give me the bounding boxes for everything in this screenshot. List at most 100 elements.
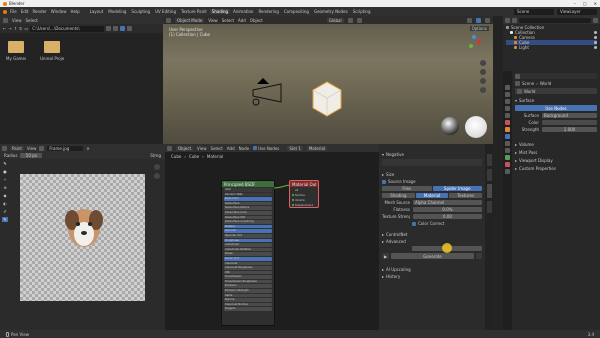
- new-folder-icon[interactable]: ▭: [24, 26, 28, 31]
- modifier-tab-icon[interactable]: [505, 134, 510, 139]
- filter-icon[interactable]: [120, 26, 126, 31]
- visibility-eye-icon[interactable]: [594, 46, 597, 49]
- sidebar-tab[interactable]: [486, 154, 492, 166]
- surface-shader-field[interactable]: Background: [542, 113, 597, 118]
- bsdf-input-row[interactable]: Transmission: [224, 275, 272, 279]
- bsdf-input-row[interactable]: Clearcoat Roughness: [224, 266, 272, 270]
- mode-selector[interactable]: Object Mode: [175, 17, 205, 23]
- history-section[interactable]: ▸ History: [382, 274, 482, 279]
- cube-object[interactable]: [309, 80, 345, 118]
- vp-menu-add[interactable]: Add: [238, 18, 246, 23]
- viewport-3d[interactable]: Object Mode View Select Add Object Globa…: [163, 16, 493, 144]
- editor-type-icon[interactable]: [3, 17, 8, 23]
- bsdf-input-row[interactable]: Anisotropic: [224, 243, 272, 247]
- shading-button[interactable]: Shading: [382, 193, 415, 198]
- settings-icon[interactable]: [476, 253, 482, 259]
- negative-prompt-field[interactable]: [382, 159, 482, 166]
- view-layer-tab-icon[interactable]: [505, 106, 510, 111]
- ie-menu-view[interactable]: View: [27, 146, 37, 151]
- bsdf-input-row[interactable]: Roughness: [224, 238, 272, 243]
- editor-type-icon[interactable]: [166, 17, 171, 23]
- bsdf-input-row[interactable]: Sheen: [224, 252, 272, 256]
- shader-node-editor[interactable]: Object View Select Add Node Use Nodes Sl…: [165, 144, 379, 330]
- output-socket[interactable]: Volume: [292, 198, 316, 202]
- tab-animation[interactable]: Animation: [231, 9, 255, 14]
- tab-texture-paint[interactable]: Texture Paint: [179, 9, 209, 14]
- ne-menu-node[interactable]: Node: [239, 146, 249, 151]
- refresh-icon[interactable]: ↻: [19, 26, 22, 31]
- light-object[interactable]: [250, 96, 262, 108]
- transform-orientation[interactable]: Global: [326, 17, 344, 23]
- vp-menu-object[interactable]: Object: [250, 18, 263, 23]
- image-mode-selector[interactable]: Paint: [10, 145, 24, 151]
- surface-panel-header[interactable]: ▾ Surface: [515, 98, 597, 103]
- navigation-gizmo[interactable]: [465, 34, 485, 54]
- ne-menu-add[interactable]: Add: [227, 146, 235, 151]
- fb-menu-view[interactable]: View: [12, 18, 22, 23]
- color-correct-checkbox[interactable]: Color Correct: [412, 221, 482, 226]
- play-icon[interactable]: ▶: [382, 253, 389, 259]
- render-tab-icon[interactable]: [505, 92, 510, 97]
- soften-tool-icon[interactable]: ●: [3, 169, 7, 174]
- bsdf-input-row[interactable]: Alpha: [224, 293, 272, 298]
- tab-scripting[interactable]: Scripting: [351, 9, 373, 14]
- ortho-toggle-icon[interactable]: [480, 87, 486, 93]
- sidebar-tab[interactable]: [486, 201, 492, 213]
- path-field[interactable]: C:\Users\...\Documents\: [30, 25, 105, 32]
- output-socket[interactable]: Surface: [292, 193, 316, 197]
- tab-layout[interactable]: Layout: [88, 9, 106, 14]
- bsdf-input-row[interactable]: Subsurface Radius: [224, 206, 272, 210]
- menu-render[interactable]: Render: [32, 9, 46, 14]
- output-socket[interactable]: All: [292, 188, 316, 192]
- menu-edit[interactable]: Edit: [21, 9, 29, 14]
- ne-menu-view[interactable]: View: [197, 146, 207, 151]
- minimize-icon[interactable]: –: [574, 1, 576, 6]
- tab-uv-editing[interactable]: UV Editing: [153, 9, 178, 14]
- camera-view-icon[interactable]: [480, 78, 486, 84]
- tab-compositing[interactable]: Compositing: [282, 9, 311, 14]
- editor-type-icon[interactable]: [167, 145, 172, 151]
- sidebar-tab[interactable]: [486, 169, 492, 181]
- textures-button[interactable]: Textures: [449, 193, 483, 198]
- bsdf-input-row[interactable]: Emission Strength: [224, 289, 272, 293]
- visibility-eye-icon[interactable]: [594, 31, 597, 34]
- progress-field[interactable]: [412, 243, 482, 253]
- bsdf-input-row[interactable]: Emission: [224, 284, 272, 289]
- editor-type-icon[interactable]: [2, 145, 7, 151]
- data-tab-icon[interactable]: [505, 155, 510, 160]
- display-mode-icon[interactable]: [512, 17, 517, 23]
- tab-shading[interactable]: Shading: [209, 9, 231, 14]
- bsdf-input-row[interactable]: Random Walk: [224, 192, 272, 197]
- bsdf-input-row[interactable]: Transmission Roughness: [224, 279, 272, 284]
- properties-section[interactable]: ▸ Volume: [515, 142, 597, 147]
- bsdf-input-row[interactable]: Subsurface Anisotropy: [224, 220, 272, 224]
- bsdf-input-row[interactable]: Normal: [224, 298, 272, 302]
- world-datablock[interactable]: World: [515, 88, 597, 94]
- negative-section[interactable]: ▾ Negative: [382, 152, 482, 157]
- forward-arrow-icon[interactable]: →: [8, 26, 11, 31]
- source-image-section[interactable]: Source Image: [382, 179, 482, 184]
- properties-section[interactable]: ▸ Viewport Display: [515, 158, 597, 163]
- color-field[interactable]: [542, 120, 597, 125]
- pan-icon[interactable]: [480, 69, 486, 75]
- bsdf-input-row[interactable]: GGX: [224, 188, 272, 192]
- bsdf-input-row[interactable]: Subsurface IOR: [224, 215, 272, 220]
- back-arrow-icon[interactable]: ←: [3, 26, 6, 31]
- generate-button[interactable]: Generate: [391, 253, 474, 259]
- active-brush-icon[interactable]: ✎: [2, 217, 8, 222]
- mesh-source-dropdown[interactable]: Alpha Channel: [413, 200, 482, 205]
- menu-file[interactable]: File: [10, 9, 17, 14]
- slot-selector[interactable]: Slot 1: [287, 145, 303, 151]
- sidebar-tab-active[interactable]: [486, 184, 492, 198]
- object-tab-icon[interactable]: [505, 127, 510, 132]
- folder-item[interactable]: My Games: [6, 41, 26, 61]
- visibility-eye-icon[interactable]: [594, 41, 597, 44]
- filter-icon[interactable]: [593, 17, 598, 23]
- zoom-icon[interactable]: [154, 164, 160, 170]
- scene-selector[interactable]: Scene: [514, 8, 554, 15]
- tab-rendering[interactable]: Rendering: [256, 9, 280, 14]
- bsdf-input-row[interactable]: Specular Tint: [224, 233, 272, 238]
- constraints-tab-icon[interactable]: [505, 148, 510, 153]
- draw-tool-icon[interactable]: ✎: [3, 161, 6, 166]
- display-mode-icon[interactable]: [106, 26, 112, 31]
